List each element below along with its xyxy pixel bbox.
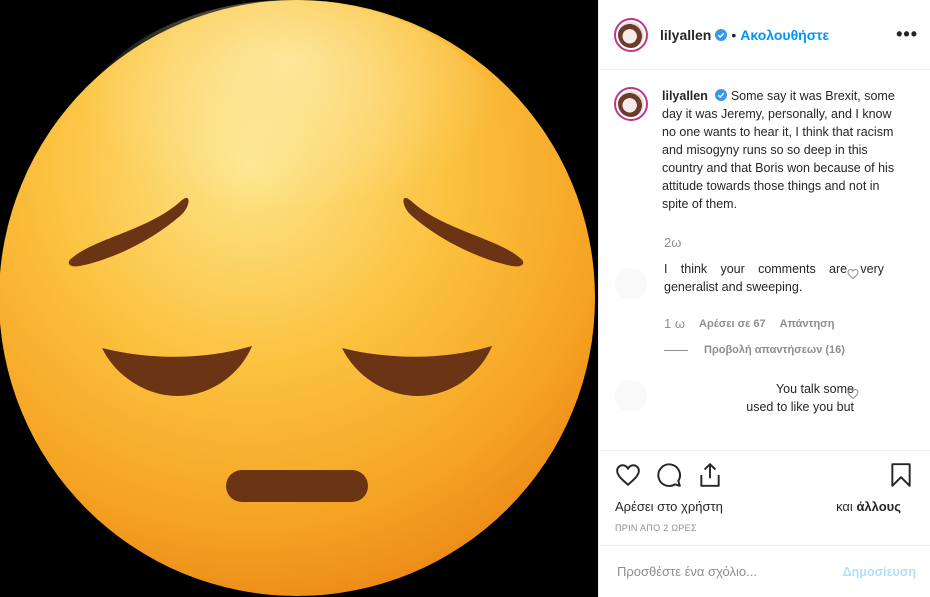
liked-by-text[interactable]: Αρέσει στο χρήστη [615,499,723,514]
and-others[interactable]: και άλλους [836,499,901,514]
caption-username-link[interactable]: lilyallen [662,89,708,103]
comment-avatar[interactable] [615,380,647,412]
comment-text-line: used to like you but [746,400,854,414]
post-comment-button[interactable]: Δημοσίευση [843,565,916,579]
comments-list[interactable]: lilyallen Some say it was Brexit, some d… [599,71,930,449]
post-image[interactable] [0,0,598,597]
post-actions: Αρέσει στο χρήστη και άλλους ΠΡΙΝ ΑΠΟ 2 … [599,450,930,545]
share-icon[interactable] [697,462,723,488]
caption-text-block: lilyallen Some say it was Brexit, some d… [662,87,898,213]
caption-text: Some say it was Brexit, some day it was … [662,89,895,211]
comment-item: I think your comments are very generalis… [599,260,884,300]
and-others-link[interactable]: άλλους [856,499,901,514]
separator-dot: • [731,26,737,43]
comment-meta: 1 ω Αρέσει σε 67 Απάντηση [664,316,930,331]
likes-summary: Αρέσει στο χρήστη και άλλους [615,499,901,514]
caption-avatar[interactable] [614,87,648,121]
comment-item: You talk some used to like you but [599,380,884,416]
replies-divider [664,349,688,351]
action-icons [615,451,914,499]
view-replies-button[interactable]: Προβολή απαντήσεων (16) [664,344,930,356]
comment-avatar[interactable] [615,268,647,300]
caption: lilyallen Some say it was Brexit, some d… [599,71,930,213]
more-options-icon[interactable]: ••• [896,24,918,45]
bookmark-icon[interactable] [888,462,914,488]
instagram-post: lilyallen • Ακολουθήστε ••• lilyallen So… [0,0,930,597]
heart-icon[interactable] [615,462,641,488]
mouth [226,470,368,502]
comment-input[interactable] [615,563,843,580]
pensive-emoji-image [0,0,598,597]
add-comment-bar: Δημοσίευση [599,545,930,597]
username-link[interactable]: lilyallen [660,27,711,43]
comment-likes[interactable]: Αρέσει σε 67 [699,318,766,330]
verified-badge-icon [715,28,728,41]
avatar[interactable] [614,17,648,52]
post-sidebar: lilyallen • Ακολουθήστε ••• lilyallen So… [598,0,930,597]
view-replies-label: Προβολή απαντήσεων (16) [704,344,845,356]
reply-button[interactable]: Απάντηση [780,318,835,330]
verified-badge-icon [715,89,728,101]
heart-icon[interactable] [847,388,859,400]
post-timestamp[interactable]: ΠΡΙΝ ΑΠΟ 2 ΩΡΕΣ [615,523,914,533]
post-header: lilyallen • Ακολουθήστε ••• [599,0,930,70]
comment-icon[interactable] [656,462,682,488]
heart-icon[interactable] [847,268,859,280]
follow-button[interactable]: Ακολουθήστε [740,27,829,43]
caption-time: 2ω [664,235,682,250]
and-others-prefix: και [836,499,853,514]
comment-time[interactable]: 1 ω [664,316,685,331]
